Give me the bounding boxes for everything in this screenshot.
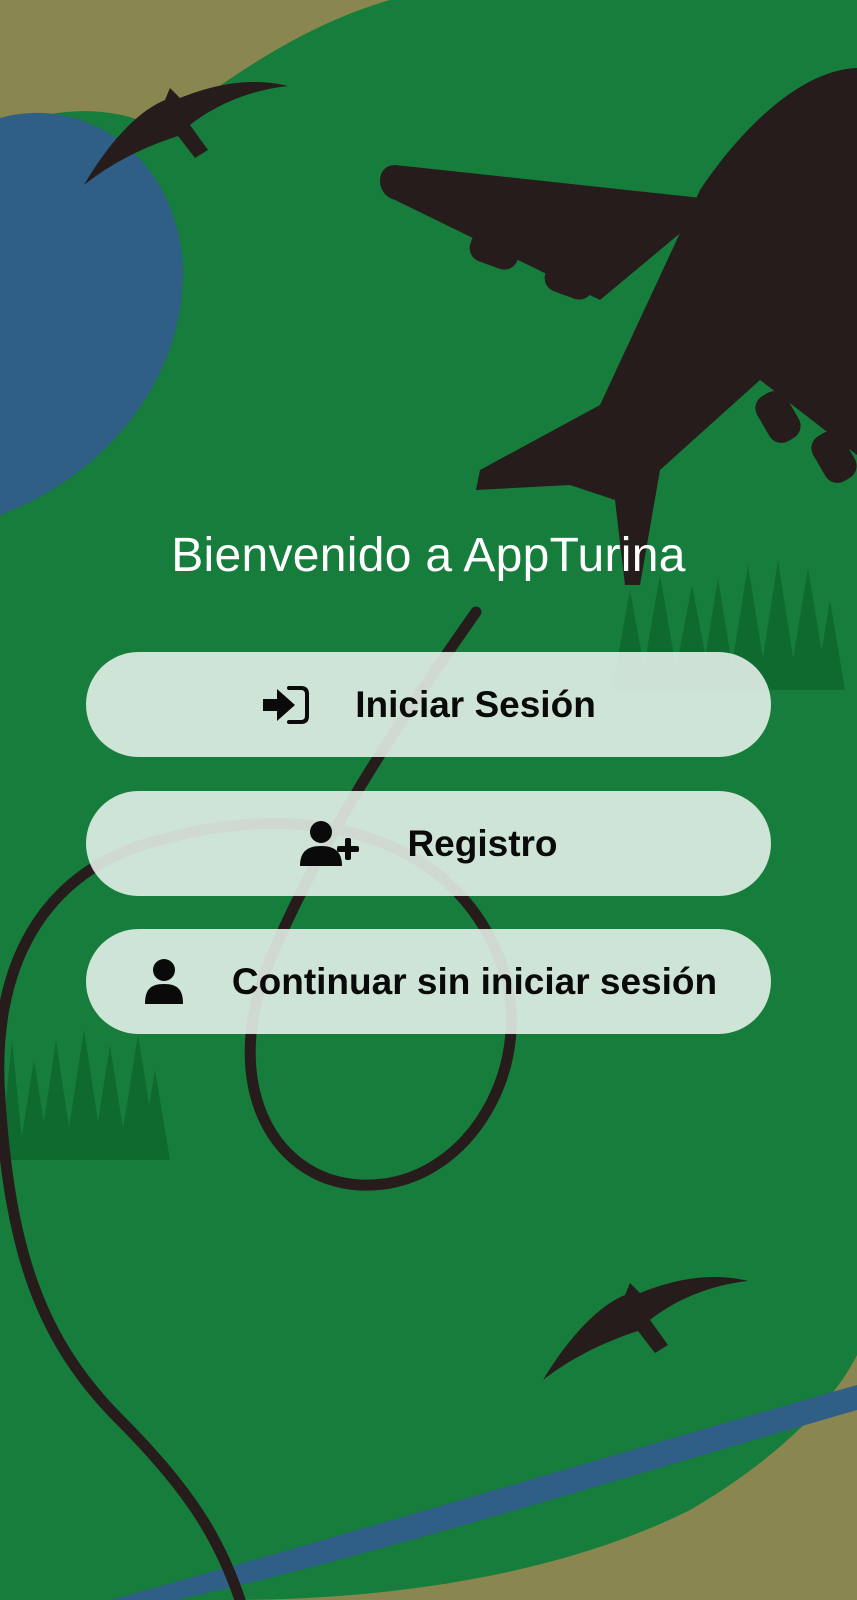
register-button[interactable]: Registro bbox=[86, 791, 771, 896]
user-icon bbox=[140, 958, 188, 1006]
guest-button[interactable]: Continuar sin iniciar sesión bbox=[86, 929, 771, 1034]
welcome-title: Bienvenido a AppTurina bbox=[171, 529, 686, 582]
guest-label: Continuar sin iniciar sesión bbox=[231, 960, 718, 1002]
login-button[interactable]: Iniciar Sesión bbox=[86, 652, 771, 757]
sign-in-icon bbox=[261, 681, 310, 729]
register-label: Registro bbox=[407, 822, 558, 864]
user-plus-icon bbox=[299, 820, 361, 868]
login-label: Iniciar Sesión bbox=[355, 683, 596, 725]
